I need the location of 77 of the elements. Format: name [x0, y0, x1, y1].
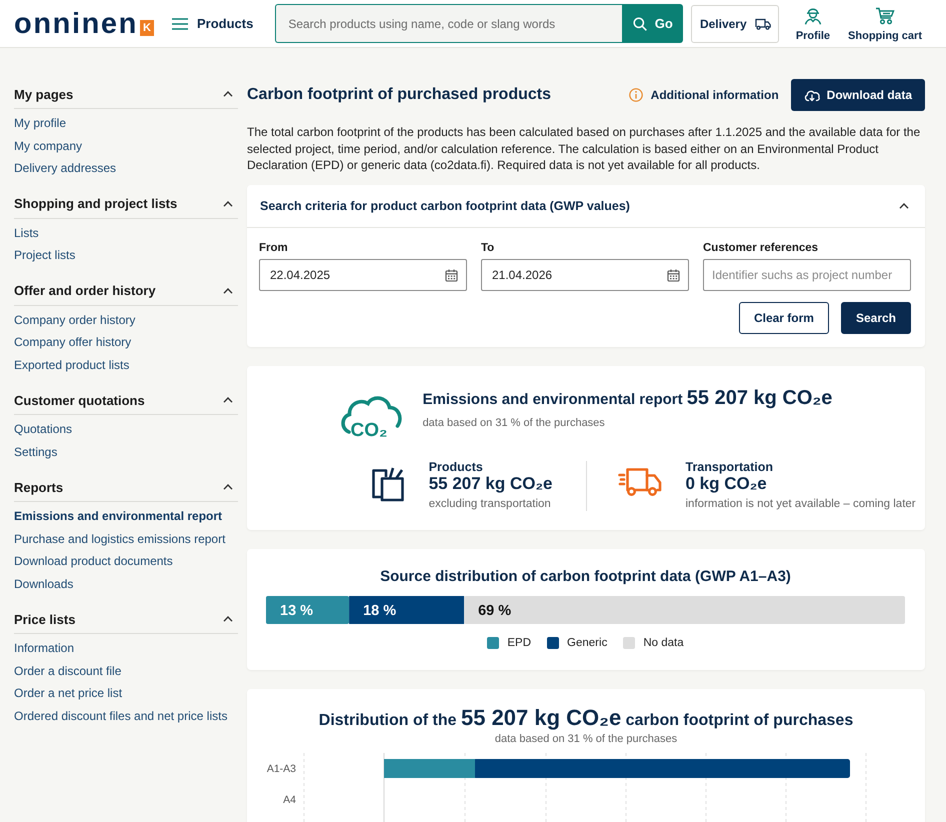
section-toggle[interactable]: Shopping and project lists: [14, 194, 238, 218]
calendar-icon[interactable]: [667, 268, 680, 282]
products-menu-button[interactable]: Products: [170, 14, 256, 33]
sidebar-link[interactable]: Purchase and logistics emissions report: [14, 528, 226, 550]
truck-icon: [754, 18, 771, 30]
profile-button[interactable]: Profile: [796, 5, 830, 42]
sidebar-link[interactable]: Company offer history: [14, 331, 132, 354]
report-subtitle: data based on 31 % of the purchases: [422, 416, 606, 430]
stat-value: 0 kg CO₂e: [686, 474, 767, 494]
sidebar-link[interactable]: Ordered discount files and net price lists: [14, 704, 228, 727]
sidebar-link[interactable]: Downloads: [14, 572, 74, 595]
sidebar-link[interactable]: My company: [14, 134, 82, 157]
axis-label: A1-A3: [266, 762, 296, 774]
chart-title: Distribution of the 55 207 kg CO₂e carbon footprint of purchases: [318, 706, 854, 732]
section-toggle[interactable]: Offer and order history: [14, 280, 238, 306]
calendar-icon[interactable]: [445, 268, 458, 282]
axis-label: A4: [283, 794, 296, 806]
menu-icon: [172, 18, 188, 30]
unit-label: %: [300, 602, 314, 618]
sidebar-link[interactable]: Settings: [14, 440, 58, 463]
field-label: Customer references: [703, 240, 820, 256]
stat-value: 55 207 kg CO₂e: [428, 474, 552, 494]
legend-label: Generic: [567, 636, 608, 650]
value-label: 13: [280, 602, 296, 618]
clear-button[interactable]: Clear form: [738, 302, 829, 334]
page-title: Carbon footprint of purchased products: [247, 86, 551, 104]
sidebar-link[interactable]: Order a discount file: [14, 660, 122, 682]
date-field[interactable]: 22.04.2025: [259, 258, 467, 290]
intro-text: The total carbon footprint of the products has been calculated based on purchases after 1.1.2025 and the available data for the selected project, time period, and/or calculation reference. The calculation is based either on an Environmental Product Declaration (EPD) or generic data (co2data.fi). Required data is not yet available for all products.: [247, 124, 922, 174]
sidebar-link[interactable]: Order a net price list: [14, 682, 122, 704]
input-field[interactable]: Identifier suchs as project number: [703, 258, 911, 290]
value-label: 18: [363, 602, 380, 618]
sidebar-link[interactable]: Exported product lists: [14, 354, 130, 376]
search-field[interactable]: Search products using name, code or slang words: [275, 4, 622, 43]
documents-icon: [370, 466, 405, 502]
stat-title: Products: [428, 460, 484, 474]
cloud-download-icon: [804, 88, 820, 102]
search-icon: [632, 16, 647, 30]
legend-label: EPD: [507, 636, 532, 650]
sidebar-link[interactable]: Lists: [14, 222, 39, 244]
criteria-toggle[interactable]: Search criteria for product carbon footprint data (GWP values): [247, 184, 925, 228]
stat-note: excluding transportation: [428, 496, 552, 512]
field-label: To: [481, 240, 496, 256]
unit-label: %: [498, 602, 512, 618]
report-heading: Emissions and environmental report 55 207 kg CO₂e: [422, 386, 832, 410]
sidebar-link[interactable]: My profile: [14, 112, 66, 134]
field-label: From: [259, 240, 289, 256]
section-toggle[interactable]: My pages: [14, 84, 238, 109]
info-link[interactable]: Additional information: [628, 88, 779, 102]
value-label: 69: [478, 602, 494, 618]
cart-button[interactable]: Shopping cart: [848, 7, 922, 42]
date-field[interactable]: 21.04.2026: [481, 258, 689, 290]
section-toggle[interactable]: Reports: [14, 477, 238, 502]
sidebar-link[interactable]: Information: [14, 637, 74, 660]
sidebar-link[interactable]: Project lists: [14, 244, 76, 266]
section-toggle[interactable]: Price lists: [14, 609, 238, 634]
truck-icon: [618, 466, 662, 496]
chart-title: Source distribution of carbon footprint data (GWP A1–A3): [379, 566, 792, 586]
unit-label: %: [383, 602, 396, 618]
section-toggle[interactable]: Customer quotations: [14, 390, 238, 415]
stat-title: Transportation: [686, 460, 774, 474]
sidebar-link[interactable]: Download product documents: [14, 550, 173, 572]
chart-subtitle: data based on 31 % of the purchases: [494, 732, 678, 744]
sidebar-link[interactable]: Quotations: [14, 418, 72, 440]
stat-note: information is not yet available – coming later: [686, 496, 916, 512]
info-icon: [628, 88, 643, 102]
sidebar-link[interactable]: Delivery addresses: [14, 157, 116, 180]
home-logo[interactable]: onninen K: [14, 10, 154, 36]
delivery-button[interactable]: Delivery: [691, 4, 780, 42]
search-button[interactable]: Search: [840, 302, 911, 334]
go-button[interactable]: Go: [622, 4, 684, 43]
cart-icon: [875, 7, 896, 25]
sidebar-link[interactable]: Emissions and environmental report: [14, 505, 222, 528]
logo-badge: K: [140, 20, 154, 36]
download-button[interactable]: Download data: [790, 79, 925, 111]
legend-label: No data: [643, 636, 684, 650]
sidebar-link[interactable]: Company order history: [14, 308, 136, 331]
